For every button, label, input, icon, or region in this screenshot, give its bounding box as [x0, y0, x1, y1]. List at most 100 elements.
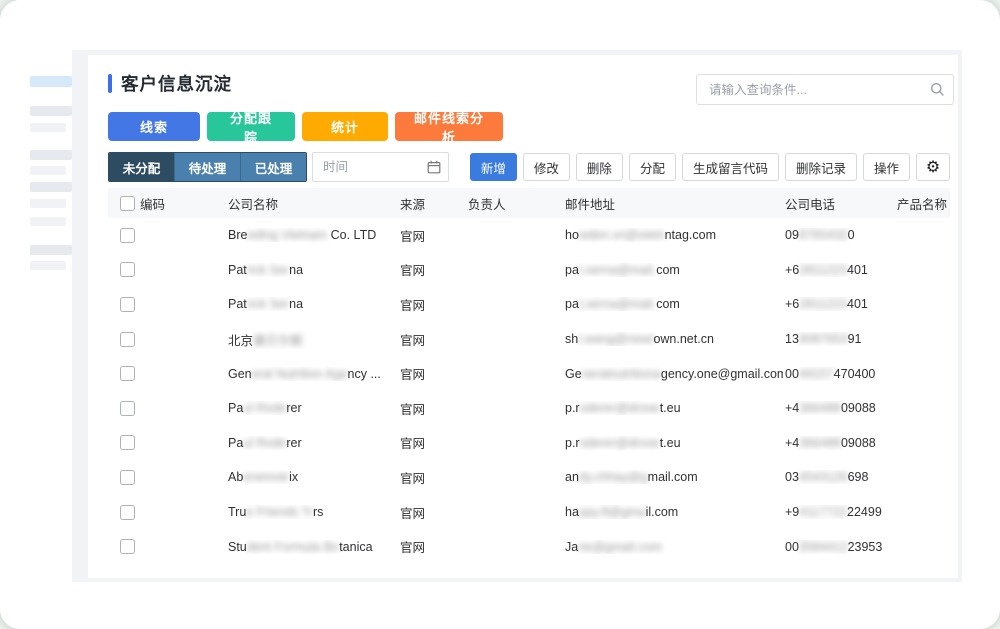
page-title: 客户信息沉淀: [121, 71, 232, 96]
phone-cell: +436648809088: [783, 401, 895, 415]
row-checkbox[interactable]: [120, 470, 135, 485]
email-cell: andy.chhay@gmail.com: [563, 470, 783, 484]
table-row: Student Formula Botanica官网Jane@gmail.com…: [108, 529, 950, 564]
phone-cell: 034543126698: [783, 470, 895, 484]
table-row: Paul Roderer官网 p.roderer@droset.eu+436648…: [108, 426, 950, 461]
row-checkbox[interactable]: [120, 539, 135, 554]
gear-icon: ⚙: [926, 157, 940, 177]
status-segmented-control: 未分配 待处理 已处理: [108, 152, 307, 182]
company-cell: Student Formula Botanica: [226, 540, 398, 554]
phone-cell: 00358441223953: [783, 540, 895, 554]
row-checkbox[interactable]: [120, 435, 135, 450]
table-row: True Friends Trrs官网 happy.ft@gmail.com+94…: [108, 495, 950, 530]
company-cell: Patrick Serna: [226, 263, 398, 277]
table-row: Patrick Serna官网pat.serna@mail.com+628112…: [108, 287, 950, 322]
phone-cell: +62811223401: [783, 263, 895, 277]
email-cell: pat.serna@mail.com: [563, 297, 783, 311]
phone-cell: 13908765391: [783, 332, 895, 346]
leads-table: 编码 公司名称 来源 负责人 邮件地址 公司电话 产品名称 Breeding V…: [108, 188, 950, 564]
source-cell: 官网: [398, 537, 466, 556]
column-header-phone: 公司电话: [783, 194, 895, 213]
search-box: [696, 74, 954, 105]
tab-leads[interactable]: 线索: [108, 112, 200, 141]
source-cell: 官网: [398, 364, 466, 383]
table-row: General Nutrition Agency ...官网 Generalnut…: [108, 356, 950, 391]
filter-toolbar: 未分配 待处理 已处理 新增 修改 删除 分配 生成留言代码 删除记录: [108, 152, 950, 182]
table-row: Paul Roderer官网p.roderer@droset.eu+436648…: [108, 391, 950, 426]
page-header: 客户信息沉淀: [108, 71, 232, 96]
source-cell: 官网: [398, 503, 466, 522]
phone-cell: +62811223401: [783, 297, 895, 311]
row-checkbox[interactable]: [120, 505, 135, 520]
company-cell: 北京康贝尔斯: [226, 330, 398, 349]
module-tabs: 线索 分配跟踪 统计 邮件线索分析: [108, 112, 503, 141]
table-row: Abenemotrix官网 andy.chhay@gmail.com0345431…: [108, 460, 950, 495]
email-cell: Generalnutritionagency.one@gmail.com: [563, 367, 783, 381]
skeleton-bar: [30, 166, 66, 175]
row-checkbox[interactable]: [120, 332, 135, 347]
skeleton-bar: [30, 261, 66, 270]
column-header-source: 来源: [398, 194, 466, 213]
column-header-owner: 负责人: [466, 194, 563, 213]
segment-pending[interactable]: 待处理: [175, 153, 241, 181]
row-checkbox[interactable]: [120, 297, 135, 312]
skeleton-bar: [30, 123, 66, 132]
phone-cell: 0987654320: [783, 228, 895, 242]
title-accent-bar: [108, 74, 112, 93]
source-cell: 官网: [398, 226, 466, 245]
search-input[interactable]: [696, 74, 954, 105]
email-cell: pat.serna@mail.com: [563, 263, 783, 277]
add-button[interactable]: 新增: [470, 153, 517, 181]
phone-cell: +436648809088: [783, 436, 895, 450]
company-cell: Paul Roderer: [226, 436, 398, 450]
company-cell: Patrick Serna: [226, 297, 398, 311]
skeleton-bar: [30, 150, 72, 160]
delete-records-button[interactable]: 删除记录: [785, 153, 857, 181]
date-filter: [312, 152, 449, 182]
company-cell: True Friends Trrs: [226, 505, 398, 519]
skeleton-bar: [30, 182, 72, 192]
email-cell: p.roderer@droset.eu: [563, 401, 783, 415]
tab-email-lead-analysis[interactable]: 邮件线索分析: [395, 112, 503, 141]
company-cell: Abenemotrix: [226, 470, 398, 484]
generate-message-code-button[interactable]: 生成留言代码: [682, 153, 779, 181]
phone-cell: 0049157470400: [783, 367, 895, 381]
search-icon: [930, 82, 945, 97]
company-cell: General Nutrition Agency ...: [226, 367, 398, 381]
column-header-email: 邮件地址: [563, 194, 783, 213]
row-checkbox[interactable]: [120, 366, 135, 381]
phone-cell: +9411772222499: [783, 505, 895, 519]
email-cell: p.roderer@droset.eu: [563, 436, 783, 450]
action-buttons: 新增 修改 删除 分配 生成留言代码 删除记录 操作 ⚙: [470, 153, 950, 181]
skeleton-bar: [30, 106, 72, 116]
main-card: 客户信息沉淀 线索 分配跟踪 统计 邮件线索分析 未分配 待处理 已处理: [88, 55, 958, 578]
source-cell: 官网: [398, 260, 466, 279]
email-cell: shi.wang@newtown.net.cn: [563, 332, 783, 346]
source-cell: 官网: [398, 433, 466, 452]
row-checkbox[interactable]: [120, 262, 135, 277]
tab-statistics[interactable]: 统计: [302, 112, 388, 141]
skeleton-bar: [30, 217, 66, 226]
row-checkbox[interactable]: [120, 228, 135, 243]
row-checkbox[interactable]: [120, 401, 135, 416]
table-header: 编码 公司名称 来源 负责人 邮件地址 公司电话 产品名称: [108, 188, 950, 218]
assign-button[interactable]: 分配: [629, 153, 676, 181]
table-body: Breeding Vietnam Co. LTD官网howden.vn@viet…: [108, 218, 950, 564]
column-header-company: 公司名称: [226, 194, 398, 213]
operations-button[interactable]: 操作: [863, 153, 910, 181]
settings-button[interactable]: ⚙: [916, 153, 950, 181]
source-cell: 官网: [398, 468, 466, 487]
app-window: 客户信息沉淀 线索 分配跟踪 统计 邮件线索分析 未分配 待处理 已处理: [0, 0, 1000, 629]
sidebar-skeleton: [0, 0, 72, 629]
calendar-icon: [427, 160, 441, 174]
delete-button[interactable]: 删除: [576, 153, 623, 181]
source-cell: 官网: [398, 330, 466, 349]
select-all-checkbox[interactable]: [120, 196, 135, 211]
skeleton-bar: [30, 76, 72, 87]
edit-button[interactable]: 修改: [523, 153, 570, 181]
source-cell: 官网: [398, 399, 466, 418]
segment-unassigned[interactable]: 未分配: [109, 153, 175, 181]
email-cell: happy.ft@gmail.com: [563, 505, 783, 519]
tab-assign-tracking[interactable]: 分配跟踪: [207, 112, 295, 141]
segment-processed[interactable]: 已处理: [241, 153, 306, 181]
